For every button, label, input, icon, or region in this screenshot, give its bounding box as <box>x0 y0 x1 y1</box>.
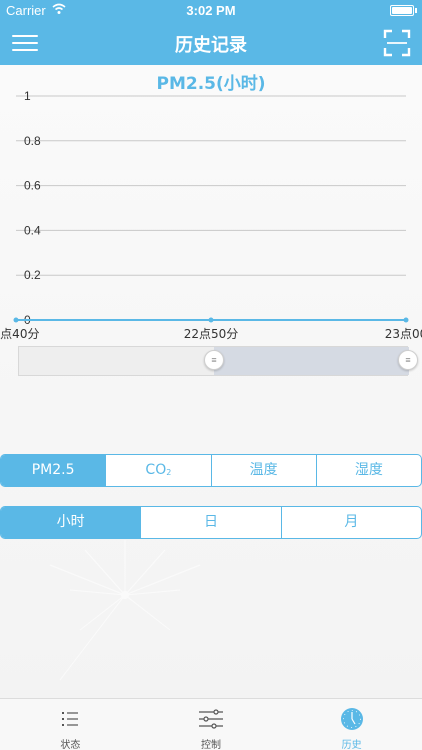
battery-icon <box>390 5 414 16</box>
battery-cap <box>415 8 417 13</box>
y-tick-label: 0.2 <box>24 268 41 282</box>
data-point <box>13 317 19 323</box>
list-icon <box>62 712 79 726</box>
metric-tabs: PM2.5 CO2 温度 湿度 <box>0 454 422 487</box>
clock-label: 3:02 PM <box>186 3 236 18</box>
tab-control[interactable]: 控制 <box>141 699 282 750</box>
x-tick-label: 23点00 <box>385 327 422 341</box>
page-title: 历史记录 <box>175 35 247 56</box>
slider-start-handle[interactable]: ≡ <box>204 350 224 370</box>
tab-month[interactable]: 月 <box>280 507 421 538</box>
tab-status-label: 状态 <box>60 740 81 750</box>
tab-humidity[interactable]: 湿度 <box>315 455 421 486</box>
tab-control-label: 控制 <box>201 740 221 750</box>
slider-selected-range <box>214 347 409 375</box>
dandelion-decoration <box>49 540 201 681</box>
y-tick-label: 0.6 <box>24 179 41 193</box>
y-tick-label: 1 <box>24 89 31 103</box>
history-content: PM2.5(小时) 10.80.60.40.202点40分22点50分23点00… <box>0 65 422 698</box>
tab-history[interactable]: 历史 <box>281 699 422 750</box>
tab-history-label: 历史 <box>341 740 362 750</box>
bottom-tab-bar: 状态 控制 历史 <box>0 698 422 750</box>
history-chart: 10.80.60.40.202点40分22点50分23点00 <box>0 89 422 341</box>
sliders-icon <box>199 709 223 729</box>
slider-end-handle[interactable]: ≡ <box>398 350 418 370</box>
nav-bar: 历史记录 <box>0 20 422 65</box>
clock-icon <box>340 708 363 730</box>
time-range-slider[interactable]: ≡ ≡ <box>18 346 418 376</box>
tab-co2[interactable]: CO2 <box>105 455 210 486</box>
x-tick-label: 2点40分 <box>0 327 39 341</box>
y-tick-label: 0.4 <box>24 223 41 237</box>
tab-status[interactable]: 状态 <box>0 699 141 750</box>
x-tick-label: 22点50分 <box>184 327 239 341</box>
y-tick-label: 0.8 <box>24 134 41 148</box>
tab-hour[interactable]: 小时 <box>1 507 141 538</box>
status-bar: Carrier 3:02 PM <box>0 0 422 20</box>
scan-icon[interactable] <box>383 29 411 57</box>
data-point <box>208 317 214 323</box>
period-tabs: 小时 日 月 <box>0 506 422 539</box>
data-point <box>403 317 409 323</box>
tab-pm25[interactable]: PM2.5 <box>1 455 106 486</box>
tab-temperature[interactable]: 温度 <box>210 455 316 486</box>
tab-day[interactable]: 日 <box>140 507 280 538</box>
